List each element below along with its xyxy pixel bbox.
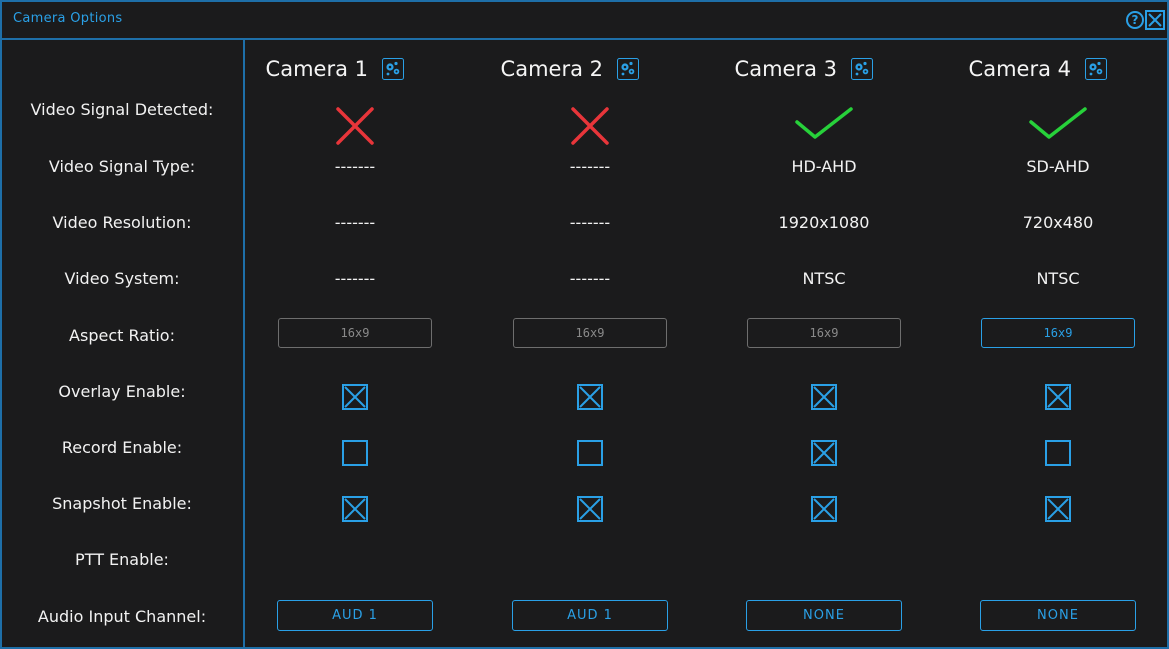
camera-4-settings-button[interactable]: [1085, 58, 1107, 80]
camera-3-aspect-ratio-select[interactable]: 16x9: [747, 318, 901, 348]
camera-1-snapshot-checkbox[interactable]: [238, 496, 472, 522]
camera-1-resolution: -------: [334, 213, 376, 232]
camera-4-title: Camera 4: [968, 57, 1071, 81]
camera-2-signal-status: [473, 106, 707, 150]
camera-1-signal-status: [238, 106, 472, 150]
camera-4-snapshot-checkbox[interactable]: [941, 496, 1167, 522]
camera-4-record-checkbox[interactable]: [941, 440, 1167, 466]
camera-2-record-checkbox[interactable]: [473, 440, 707, 466]
label-video-resolution: Video Resolution:: [52, 213, 192, 232]
label-video-signal-detected: Video Signal Detected:: [30, 100, 214, 119]
camera-3-snapshot-checkbox[interactable]: [707, 496, 941, 522]
label-video-signal-type: Video Signal Type:: [48, 157, 196, 176]
camera-2-snapshot-checkbox[interactable]: [473, 496, 707, 522]
gears-icon: [382, 58, 404, 84]
camera-2-settings-button[interactable]: [617, 58, 639, 80]
camera-1-title: Camera 1: [265, 57, 368, 81]
camera-4-header: Camera 4: [941, 57, 1167, 85]
camera-2-aspect-ratio-select[interactable]: 16x9: [513, 318, 667, 348]
camera-options-window: Camera Options ? Video Signal Detected: …: [0, 0, 1169, 649]
gears-icon: [617, 58, 639, 84]
camera-1-header: Camera 1: [238, 57, 472, 85]
close-x-icon: [1145, 10, 1165, 30]
window-title: Camera Options: [13, 11, 123, 26]
camera-1-signal-type: -------: [334, 157, 376, 176]
camera-4-aspect-ratio-select[interactable]: 16x9: [981, 318, 1135, 348]
camera-3-resolution: 1920x1080: [778, 213, 870, 232]
help-button[interactable]: ?: [1126, 11, 1144, 29]
camera-2-header: Camera 2: [473, 57, 707, 85]
camera-3-signal-type: HD-AHD: [791, 157, 857, 176]
camera-3-video-system: NTSC: [802, 269, 846, 288]
camera-2-audio-input-button[interactable]: AUD 1: [512, 600, 668, 631]
camera-1-audio-input-button[interactable]: AUD 1: [277, 600, 433, 631]
camera-3-audio-input-button[interactable]: NONE: [746, 600, 902, 631]
title-bar: Camera Options ?: [2, 2, 1167, 40]
camera-2-video-system: -------: [569, 269, 611, 288]
camera-3-overlay-checkbox[interactable]: [707, 384, 941, 410]
label-video-system: Video System:: [64, 269, 180, 288]
camera-3-header: Camera 3: [707, 57, 941, 85]
camera-1-record-checkbox[interactable]: [238, 440, 472, 466]
close-button[interactable]: [1145, 10, 1165, 30]
camera-2-signal-type: -------: [569, 157, 611, 176]
camera-3-signal-status: [707, 106, 941, 150]
camera-2-resolution: -------: [569, 213, 611, 232]
label-audio-input-channel: Audio Input Channel:: [37, 607, 207, 626]
camera-4-signal-type: SD-AHD: [1026, 157, 1090, 176]
label-aspect-ratio: Aspect Ratio:: [69, 326, 175, 345]
camera-1-aspect-ratio-select[interactable]: 16x9: [278, 318, 432, 348]
camera-2-overlay-checkbox[interactable]: [473, 384, 707, 410]
camera-3-settings-button[interactable]: [851, 58, 873, 80]
gears-icon: [851, 58, 873, 84]
camera-3-record-checkbox[interactable]: [707, 440, 941, 466]
camera-1-video-system: -------: [334, 269, 376, 288]
camera-4-overlay-checkbox[interactable]: [941, 384, 1167, 410]
question-circle-icon: ?: [1131, 13, 1139, 27]
label-snapshot-enable: Snapshot Enable:: [52, 494, 192, 513]
camera-4-audio-input-button[interactable]: NONE: [980, 600, 1136, 631]
camera-4-video-system: NTSC: [1036, 269, 1080, 288]
camera-3-title: Camera 3: [734, 57, 837, 81]
gears-icon: [1085, 58, 1107, 84]
label-record-enable: Record Enable:: [61, 438, 183, 457]
camera-1-overlay-checkbox[interactable]: [238, 384, 472, 410]
camera-4-resolution: 720x480: [1022, 213, 1094, 232]
label-ptt-enable: PTT Enable:: [75, 550, 169, 569]
camera-4-signal-status: [941, 106, 1167, 150]
camera-2-title: Camera 2: [500, 57, 603, 81]
camera-1-settings-button[interactable]: [382, 58, 404, 80]
label-overlay-enable: Overlay Enable:: [58, 382, 186, 401]
